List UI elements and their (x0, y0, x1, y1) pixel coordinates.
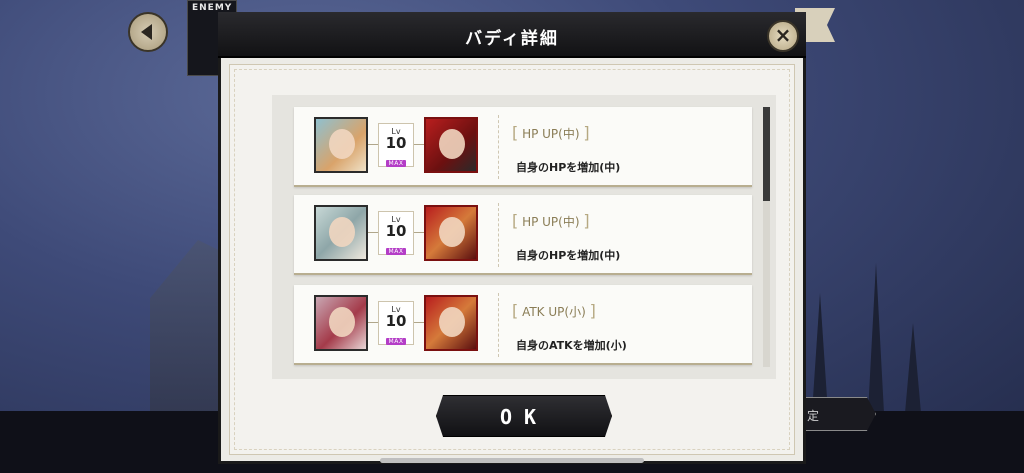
divider (498, 115, 499, 179)
level-box: Lv 10 MAX (378, 301, 414, 345)
buddy-list[interactable]: Lv 10 MAX [ HP UP(中) ] 自身のHPを増加(中) Lv 10… (272, 95, 776, 379)
side-button-label: 定 (807, 409, 820, 423)
level-value: 10 (385, 312, 407, 330)
skill-description: 自身のHPを増加(中) (516, 249, 621, 262)
max-badge: MAX (385, 248, 407, 255)
level-box: Lv 10 MAX (378, 123, 414, 167)
buddy-portrait (424, 117, 478, 173)
divider (498, 203, 499, 267)
background-spire (905, 323, 921, 413)
skill-name: [ HP UP(中) ] (512, 123, 590, 142)
scroll-thumb[interactable] (763, 107, 770, 201)
scrollbar[interactable] (763, 107, 770, 367)
ok-button[interactable]: OK (436, 395, 612, 437)
level-value: 10 (385, 134, 407, 152)
buddy-portrait (424, 295, 478, 351)
dialog-body: Lv 10 MAX [ HP UP(中) ] 自身のHPを増加(中) Lv 10… (218, 58, 806, 464)
skill-name: [ HP UP(中) ] (512, 211, 590, 230)
skill-name: [ ATK UP(小) ] (512, 301, 596, 320)
level-value: 10 (385, 222, 407, 240)
inner-frame: Lv 10 MAX [ HP UP(中) ] 自身のHPを増加(中) Lv 10… (229, 64, 795, 455)
buddy-card: Lv 10 MAX [ HP UP(中) ] 自身のHPを増加(中) (294, 107, 752, 187)
chevron-left-icon (141, 24, 152, 40)
close-icon: × (774, 23, 792, 47)
character-portrait (314, 117, 368, 173)
divider (498, 293, 499, 357)
max-badge: MAX (385, 160, 407, 167)
character-portrait (314, 205, 368, 261)
character-portrait (314, 295, 368, 351)
dialog-title: バディ詳細 (465, 29, 559, 49)
background-spire (868, 263, 884, 413)
background-spire (812, 293, 828, 413)
side-button[interactable]: 定 (800, 397, 876, 431)
skill-description: 自身のATKを増加(小) (516, 339, 627, 352)
buddy-card: Lv 10 MAX [ HP UP(中) ] 自身のHPを増加(中) (294, 195, 752, 275)
dialog-header: バディ詳細 × (218, 12, 806, 58)
close-button[interactable]: × (767, 20, 799, 52)
home-indicator (380, 458, 644, 463)
buddy-card: Lv 10 MAX [ ATK UP(小) ] 自身のATKを増加(小) (294, 285, 752, 365)
buddy-detail-dialog: バディ詳細 × Lv 10 MAX [ HP UP(中) ] 自身のHPを増加(… (218, 12, 806, 464)
buddy-portrait (424, 205, 478, 261)
level-box: Lv 10 MAX (378, 211, 414, 255)
back-button[interactable] (128, 12, 168, 52)
max-badge: MAX (385, 338, 407, 345)
skill-description: 自身のHPを増加(中) (516, 161, 621, 174)
